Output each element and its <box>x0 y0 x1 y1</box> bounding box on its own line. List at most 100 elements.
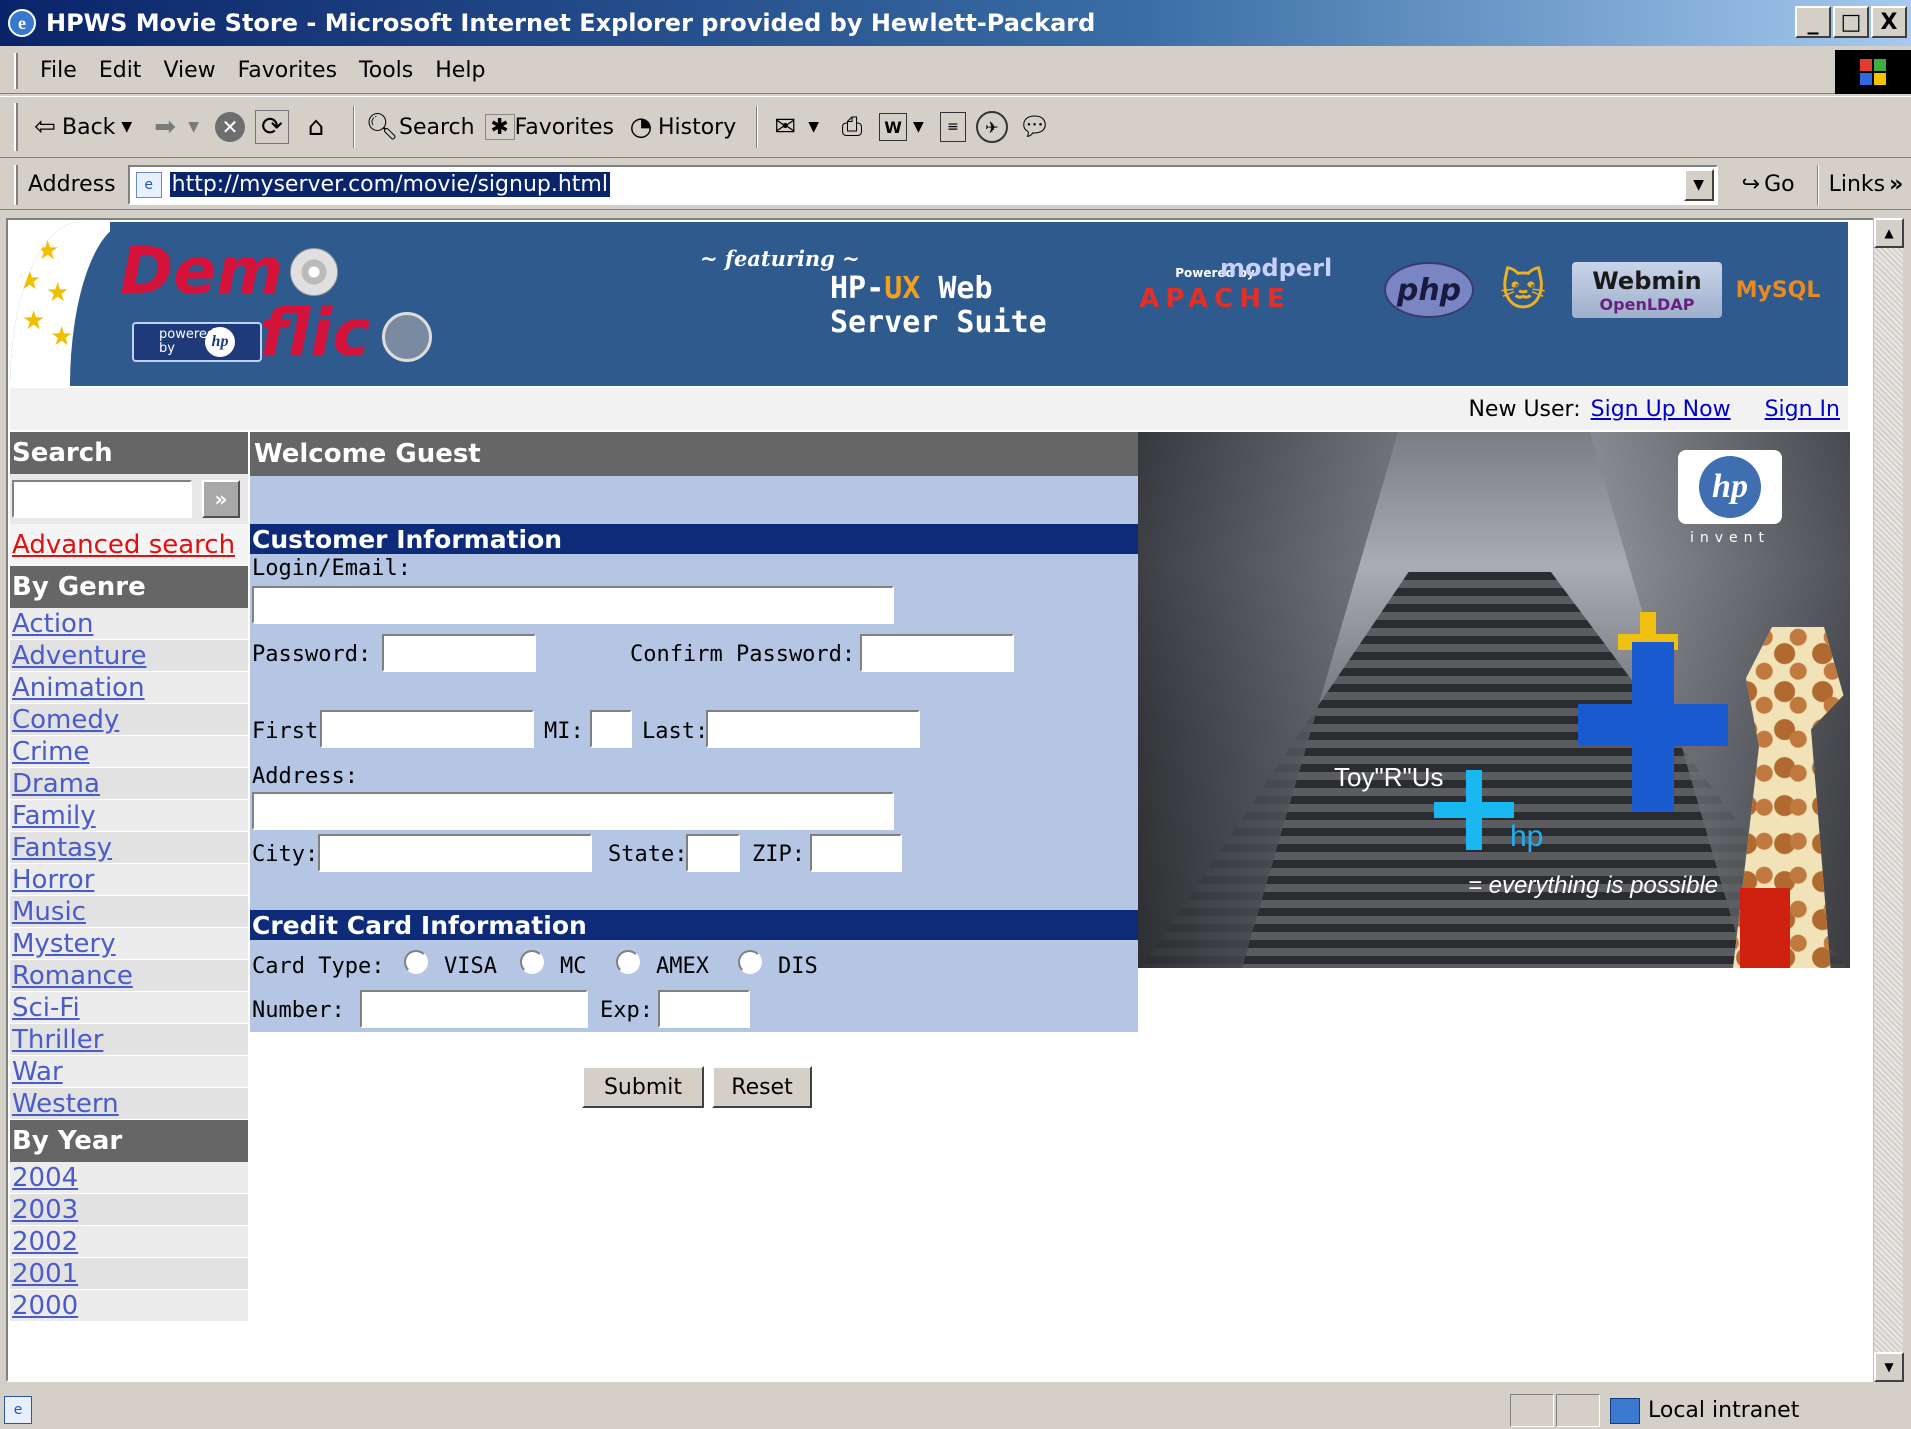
scroll-down-button[interactable]: ▼ <box>1874 1352 1904 1382</box>
genre-link-romance[interactable]: Romance <box>12 961 133 991</box>
search-go-button[interactable]: » <box>202 480 240 518</box>
menu-edit[interactable]: Edit <box>99 58 142 83</box>
address-grip[interactable] <box>14 164 18 205</box>
menu-view[interactable]: View <box>163 58 215 83</box>
genre-link-family[interactable]: Family <box>12 801 96 831</box>
chevron-right-icon[interactable]: » <box>1889 172 1903 197</box>
messenger-button[interactable]: ✈ <box>975 111 1008 143</box>
menu-favorites[interactable]: Favorites <box>238 58 337 83</box>
genre-link-drama[interactable]: Drama <box>12 769 100 799</box>
menu-help[interactable]: Help <box>435 58 485 83</box>
menu-grip[interactable] <box>14 52 18 89</box>
submit-button[interactable]: Submit <box>582 1066 704 1108</box>
search-row: » <box>10 474 248 524</box>
genre-link-sci-fi[interactable]: Sci-Fi <box>12 993 80 1023</box>
hp-toysrus-ad-image[interactable]: hp invent Toy"R"Us hp = everything is po… <box>1138 432 1850 968</box>
hp-logo-icon: hp <box>205 327 235 357</box>
mail-dropdown-icon[interactable]: ▼ <box>808 119 819 135</box>
genre-link-music[interactable]: Music <box>12 897 86 927</box>
card-mc-radio[interactable] <box>520 950 544 974</box>
genre-link-crime[interactable]: Crime <box>12 737 89 767</box>
reset-button[interactable]: Reset <box>712 1066 812 1108</box>
logo-flic-text: flic <box>260 297 371 371</box>
maximize-button[interactable]: □ <box>1833 6 1869 38</box>
genre-link-thriller[interactable]: Thriller <box>12 1025 103 1055</box>
password-input[interactable] <box>382 634 536 672</box>
sign-up-link[interactable]: Sign Up Now <box>1591 397 1731 422</box>
address-dropdown-button[interactable]: ▼ <box>1683 168 1714 201</box>
password-label: Password: <box>252 642 372 667</box>
address-input[interactable] <box>252 792 894 830</box>
genre-link-war[interactable]: War <box>12 1057 63 1087</box>
genre-link-action[interactable]: Action <box>12 609 93 639</box>
advanced-search-link[interactable]: Advanced search <box>12 530 235 560</box>
confirm-password-label: Confirm Password: <box>630 642 856 667</box>
menu-tools[interactable]: Tools <box>359 58 413 83</box>
genre-link-western[interactable]: Western <box>12 1089 119 1119</box>
scroll-up-button[interactable]: ▲ <box>1874 218 1904 248</box>
go-button[interactable]: ↪ Go <box>1742 172 1795 197</box>
history-button[interactable]: ◔ History <box>624 110 737 144</box>
year-link-2002[interactable]: 2002 <box>12 1227 78 1257</box>
home-button[interactable]: ⌂ <box>299 110 333 144</box>
genre-link-adventure[interactable]: Adventure <box>12 641 146 671</box>
demoflic-logo[interactable]: Dem powered by hp flic <box>120 240 440 370</box>
address-input[interactable]: e http://myserver.com/movie/signup.html … <box>127 164 1718 205</box>
year-link-2003[interactable]: 2003 <box>12 1195 78 1225</box>
card-visa-radio[interactable] <box>404 950 428 974</box>
security-zone[interactable]: Local intranet <box>1610 1394 1799 1427</box>
year-link-2001[interactable]: 2001 <box>12 1259 78 1289</box>
discuss-button[interactable]: ≡ <box>939 112 966 142</box>
sign-in-link[interactable]: Sign In <box>1765 397 1840 422</box>
genre-link-comedy[interactable]: Comedy <box>12 705 119 735</box>
webmin-logo: Webmin OpenLDAP <box>1572 262 1722 318</box>
city-input[interactable] <box>318 834 592 872</box>
forward-button[interactable]: ➡ ▼ <box>148 110 205 144</box>
menu-file[interactable]: File <box>40 58 77 83</box>
toolbar-grip[interactable] <box>14 103 18 151</box>
mail-button[interactable]: ✉ ▼ <box>768 110 825 144</box>
genre-link-animation[interactable]: Animation <box>12 673 145 703</box>
search-button[interactable]: 🔍︎ Search <box>365 110 474 144</box>
last-name-input[interactable] <box>706 710 920 748</box>
stop-button[interactable]: ✕ <box>214 112 245 142</box>
history-clock-icon: ◔ <box>629 112 653 142</box>
signup-form: Welcome Guest Customer Information Login… <box>250 432 1138 1032</box>
login-email-input[interactable] <box>252 586 894 624</box>
refresh-icon: ⟳ <box>254 110 289 144</box>
state-input[interactable] <box>686 834 740 872</box>
edit-dropdown-icon[interactable]: ▼ <box>913 119 924 135</box>
forward-dropdown-icon[interactable]: ▼ <box>188 119 199 135</box>
title-bar[interactable]: e HPWS Movie Store - Microsoft Internet … <box>0 0 1911 46</box>
close-button[interactable]: X <box>1871 6 1907 38</box>
card-exp-input[interactable] <box>658 990 750 1028</box>
city-label: City: <box>252 842 319 867</box>
edit-button[interactable]: W ▼ <box>879 113 930 141</box>
first-name-input[interactable] <box>320 710 534 748</box>
middle-initial-input[interactable] <box>590 710 632 748</box>
card-number-input[interactable] <box>360 990 588 1028</box>
chat-button[interactable]: 💬︎ <box>1018 110 1052 144</box>
back-button[interactable]: ⇦ Back ▼ <box>28 110 138 144</box>
card-dis-radio[interactable] <box>738 950 762 974</box>
confirm-password-input[interactable] <box>860 634 1014 672</box>
status-cell <box>1556 1394 1600 1427</box>
card-amex-radio[interactable] <box>616 950 640 974</box>
favorites-button[interactable]: ✱ Favorites <box>484 114 614 140</box>
refresh-button[interactable]: ⟳ <box>254 110 289 144</box>
genre-link-fantasy[interactable]: Fantasy <box>12 833 112 863</box>
genre-link-mystery[interactable]: Mystery <box>12 929 116 959</box>
minimize-button[interactable]: _ <box>1795 6 1831 38</box>
vertical-scrollbar[interactable]: ▲ ▼ <box>1873 218 1904 1382</box>
year-link-2004[interactable]: 2004 <box>12 1163 78 1193</box>
year-link-2000[interactable]: 2000 <box>12 1291 78 1321</box>
toolbar-separator <box>756 106 759 148</box>
address-url[interactable]: http://myserver.com/movie/signup.html <box>169 172 610 197</box>
zip-input[interactable] <box>810 834 902 872</box>
print-button[interactable]: ⎙ <box>835 110 869 144</box>
search-input[interactable] <box>12 480 192 518</box>
genre-link-horror[interactable]: Horror <box>12 865 94 895</box>
back-dropdown-icon[interactable]: ▼ <box>121 119 132 135</box>
links-button[interactable]: Links <box>1829 172 1886 197</box>
genre-row: Fantasy <box>10 832 248 864</box>
